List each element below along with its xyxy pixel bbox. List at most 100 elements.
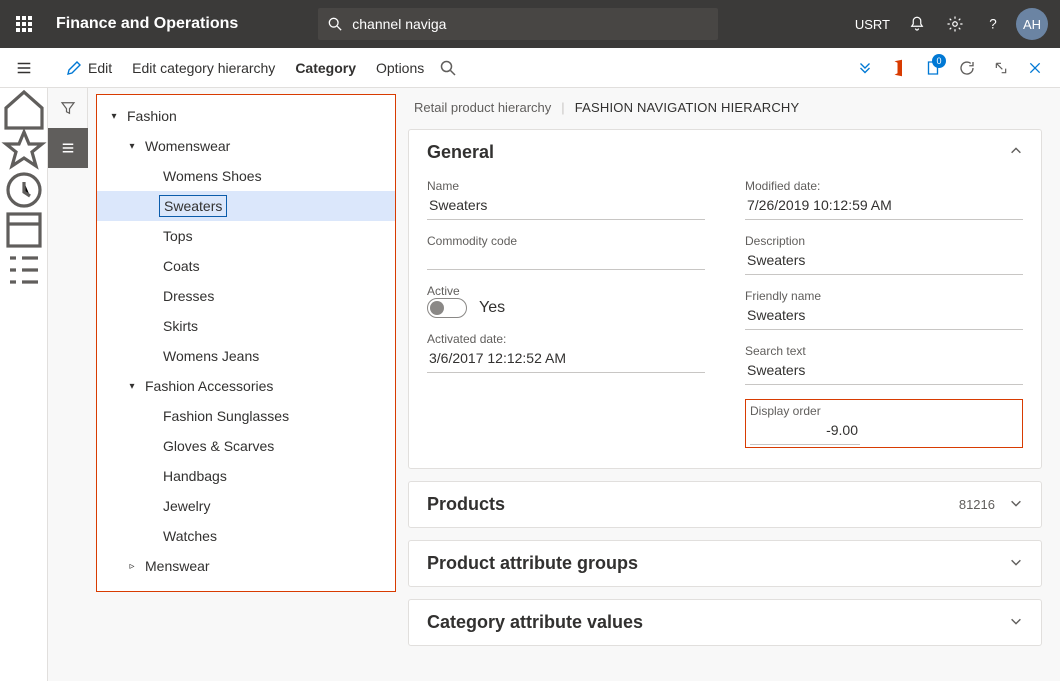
products-count: 81216: [959, 497, 995, 512]
nav-home[interactable]: [0, 90, 48, 130]
options-tab[interactable]: Options: [366, 48, 434, 88]
find-button[interactable]: [434, 48, 468, 88]
toggle-active-text: Yes: [479, 299, 505, 317]
tree-node-coats[interactable]: Coats: [97, 251, 395, 281]
label-active: Active: [427, 284, 705, 298]
tree-label: Fashion Accessories: [141, 376, 277, 396]
tree-label: Jewelry: [159, 496, 214, 516]
settings-button[interactable]: [936, 0, 974, 48]
tree-node-womens-shoes[interactable]: Womens Shoes: [97, 161, 395, 191]
tree-node-tops[interactable]: Tops: [97, 221, 395, 251]
edit-hierarchy-label: Edit category hierarchy: [132, 60, 275, 76]
tree-node-dresses[interactable]: Dresses: [97, 281, 395, 311]
office-icon[interactable]: [882, 48, 916, 88]
value-description[interactable]: Sweaters: [745, 248, 1023, 275]
breadcrumb-parent[interactable]: Retail product hierarchy: [414, 100, 551, 115]
category-tree: ▾ Fashion ▾ Womenswear Womens Shoes Swea…: [96, 94, 396, 592]
user-avatar[interactable]: AH: [1016, 8, 1048, 40]
global-search[interactable]: [318, 8, 718, 40]
value-friendly-name[interactable]: Sweaters: [745, 303, 1023, 330]
breadcrumb-current: FASHION NAVIGATION HIERARCHY: [575, 100, 800, 115]
tree-label: Tops: [159, 226, 197, 246]
tree-node-fashion-sunglasses[interactable]: Fashion Sunglasses: [97, 401, 395, 431]
nav-toggle[interactable]: [0, 48, 48, 88]
value-commodity[interactable]: [427, 248, 705, 270]
list-view-icon[interactable]: [48, 128, 88, 168]
tree-node-sweaters[interactable]: Sweaters: [97, 191, 395, 221]
tree-label: Skirts: [159, 316, 202, 336]
value-display-order[interactable]: -9.00: [750, 418, 860, 445]
display-order-highlight: Display order -9.00: [745, 399, 1023, 448]
chevron-down-icon: [1009, 553, 1023, 574]
section-title: General: [427, 142, 494, 163]
tree-label: Womenswear: [141, 136, 234, 156]
connector-icon[interactable]: [848, 48, 882, 88]
tree-node-gloves-scarves[interactable]: Gloves & Scarves: [97, 431, 395, 461]
global-search-input[interactable]: [350, 15, 708, 33]
category-label: Category: [295, 60, 356, 76]
options-label: Options: [376, 60, 424, 76]
tree-node-watches[interactable]: Watches: [97, 521, 395, 551]
section-products-header[interactable]: Products 81216: [409, 482, 1041, 527]
edit-hierarchy-button[interactable]: Edit category hierarchy: [122, 48, 285, 88]
tree-node-jewelry[interactable]: Jewelry: [97, 491, 395, 521]
attachments-icon[interactable]: 0: [916, 48, 950, 88]
section-products: Products 81216: [408, 481, 1042, 528]
section-category-attribute-values-header[interactable]: Category attribute values: [409, 600, 1041, 645]
toggle-active[interactable]: [427, 298, 467, 318]
tree-label: Gloves & Scarves: [159, 436, 278, 456]
value-search-text[interactable]: Sweaters: [745, 358, 1023, 385]
value-activated-date[interactable]: 3/6/2017 12:12:52 AM: [427, 346, 705, 373]
section-product-attribute-groups-header[interactable]: Product attribute groups: [409, 541, 1041, 586]
attachments-badge: 0: [932, 54, 946, 68]
tree-label: Menswear: [141, 556, 214, 576]
caret-down-icon: ▾: [123, 381, 141, 392]
tree-label: Fashion: [123, 106, 181, 126]
breadcrumb: Retail product hierarchy | FASHION NAVIG…: [414, 100, 1042, 115]
label-display-order: Display order: [750, 404, 1018, 418]
section-product-attribute-groups: Product attribute groups: [408, 540, 1042, 587]
edit-button[interactable]: Edit: [56, 48, 122, 88]
popout-icon[interactable]: [984, 48, 1018, 88]
label-commodity: Commodity code: [427, 234, 705, 248]
tree-node-skirts[interactable]: Skirts: [97, 311, 395, 341]
close-icon[interactable]: [1018, 48, 1052, 88]
notifications-button[interactable]: [898, 0, 936, 48]
tree-node-womenswear[interactable]: ▾ Womenswear: [97, 131, 395, 161]
category-tab[interactable]: Category: [285, 48, 366, 88]
label-search-text: Search text: [745, 344, 1023, 358]
edit-label: Edit: [88, 60, 112, 76]
chevron-down-icon: [1009, 494, 1023, 515]
help-button[interactable]: ?: [974, 0, 1012, 48]
nav-recent[interactable]: [0, 170, 48, 210]
global-header: Finance and Operations USRT ? AH: [0, 0, 1060, 48]
search-icon: [328, 17, 342, 31]
tree-node-womens-jeans[interactable]: Womens Jeans: [97, 341, 395, 371]
nav-modules[interactable]: [0, 250, 48, 290]
tree-label: Sweaters: [159, 195, 227, 217]
navigation-rail: [0, 88, 48, 681]
app-launcher-icon[interactable]: [8, 8, 40, 40]
caret-down-icon: ▾: [105, 111, 123, 122]
breadcrumb-separator: |: [561, 100, 564, 115]
tree-node-fashion[interactable]: ▾ Fashion: [97, 101, 395, 131]
section-category-attribute-values: Category attribute values: [408, 599, 1042, 646]
label-modified-date: Modified date:: [745, 179, 1023, 193]
tree-node-menswear[interactable]: ▹ Menswear: [97, 551, 395, 581]
section-title: Category attribute values: [427, 612, 643, 633]
value-modified-date[interactable]: 7/26/2019 10:12:59 AM: [745, 193, 1023, 220]
filter-icon[interactable]: [48, 88, 88, 128]
refresh-icon[interactable]: [950, 48, 984, 88]
tree-label: Coats: [159, 256, 204, 276]
section-general-header[interactable]: General: [409, 130, 1041, 175]
section-general: General Name Sweaters Commodity code: [408, 129, 1042, 469]
nav-favorites[interactable]: [0, 130, 48, 170]
tree-node-fashion-accessories[interactable]: ▾ Fashion Accessories: [97, 371, 395, 401]
caret-right-icon: ▹: [123, 561, 141, 572]
tree-node-handbags[interactable]: Handbags: [97, 461, 395, 491]
label-name: Name: [427, 179, 705, 193]
value-name[interactable]: Sweaters: [427, 193, 705, 220]
label-friendly-name: Friendly name: [745, 289, 1023, 303]
tree-label: Womens Shoes: [159, 166, 266, 186]
nav-workspaces[interactable]: [0, 210, 48, 250]
